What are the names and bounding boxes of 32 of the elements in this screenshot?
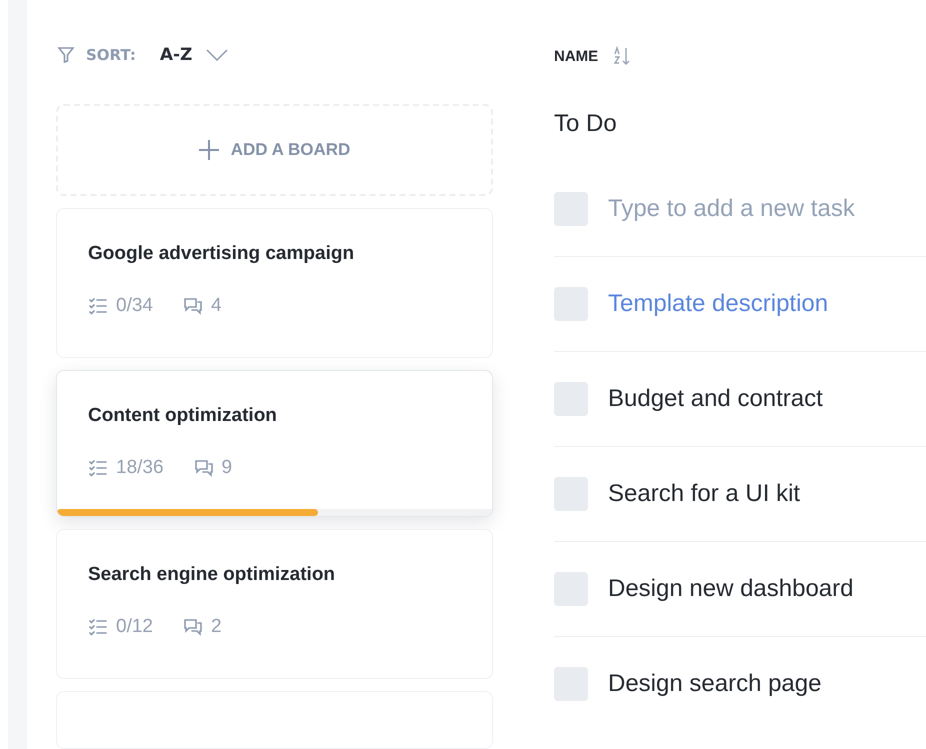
task-label: Budget and contract [608,385,823,413]
board-card[interactable]: Content optimization 18/36 9 [56,370,493,517]
sort-label: SORT: [86,46,136,64]
board-title: Google advertising campaign [88,243,356,266]
task-link[interactable]: Template description [608,290,828,318]
task-count: 18/36 [116,457,164,480]
board-card[interactable]: Google advertising campaign 0/34 4 [56,208,493,358]
sort-dropdown[interactable]: A-Z [146,45,228,66]
task-label: Search for a UI kit [608,480,800,508]
comment-count: 2 [210,616,222,638]
filter-icon [56,45,76,66]
column-header: NAME [554,48,598,64]
new-task-field[interactable]: Type to add a new task [608,195,908,223]
checklist-icon [88,296,108,316]
task-count: 0/12 [116,616,153,638]
checklist-icon [88,616,108,637]
comment-count: 9 [222,457,232,480]
board-card[interactable]: Search engine optimization 0/12 2 [56,528,493,679]
chevron-down-icon [206,49,228,62]
list-title: To Do [554,110,618,139]
comments-icon [182,296,203,316]
board-title: Search engine optimization [88,564,336,586]
checklist-icon [88,458,108,478]
sort-icon[interactable] [612,46,632,66]
task-label: Design new dashboard [608,575,854,603]
board-title: Content optimization [88,405,278,428]
plus-icon [198,140,219,160]
task-count: 0/34 [116,295,153,318]
task-label: Design search page [608,670,822,698]
comment-count: 4 [210,295,222,318]
comments-icon [182,616,203,637]
comments-icon [194,458,214,478]
